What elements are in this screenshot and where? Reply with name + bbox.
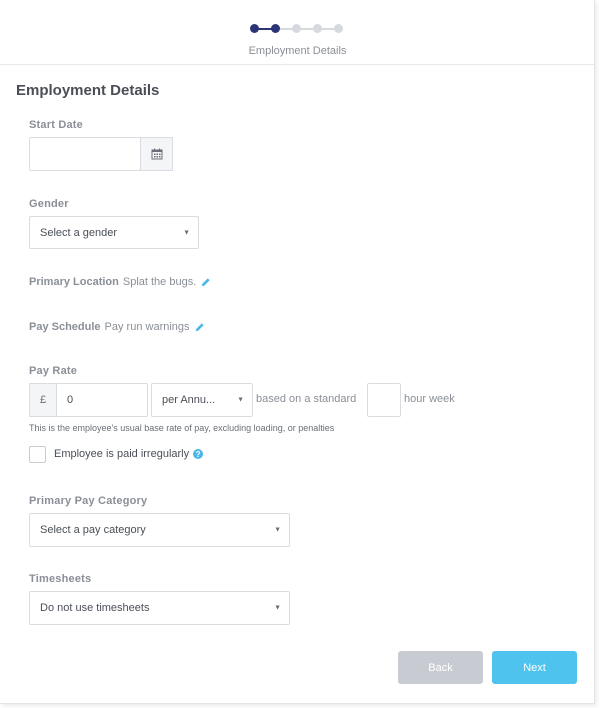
pay-schedule-label: Pay Schedule [29, 321, 101, 333]
currency-addon: £ [29, 383, 57, 417]
step-dot-2 [271, 24, 280, 33]
step-dot-1 [250, 24, 259, 33]
step-dot-4 [313, 24, 322, 33]
timesheets-select[interactable]: Do not use timesheets ▼ [29, 591, 290, 625]
primary-location-row: Primary Location Splat the bugs. [29, 276, 211, 288]
pay-rate-value: 0 [67, 394, 74, 406]
currency-symbol: £ [39, 394, 47, 406]
primary-location-value: Splat the bugs. [122, 276, 197, 288]
primary-pay-category-selected: Select a pay category [40, 524, 146, 536]
hour-week-text: hour week [404, 393, 455, 405]
paid-irregularly-label: Employee is paid irregularly [54, 448, 190, 460]
help-icon[interactable]: ? [193, 449, 204, 459]
gender-label: Gender [29, 198, 69, 210]
chevron-down-icon: ▼ [237, 396, 244, 404]
pay-schedule-value: Pay run warnings [104, 321, 190, 333]
page-title: Employment Details [16, 82, 160, 99]
chevron-down-icon: ▼ [183, 229, 190, 236]
pay-rate-helper: This is the employee's usual base rate o… [29, 423, 335, 433]
step-indicator [250, 24, 346, 34]
based-on-text: based on a standard [256, 393, 357, 405]
paid-irregularly-row: Employee is paid irregularly ? [54, 448, 204, 460]
timesheets-selected: Do not use timesheets [40, 602, 150, 614]
step-dot-3 [292, 24, 301, 33]
primary-pay-category-label: Primary Pay Category [29, 495, 148, 507]
chevron-down-icon: ▼ [274, 604, 281, 612]
next-button[interactable]: Next [492, 651, 577, 684]
pay-schedule-row: Pay Schedule Pay run warnings [29, 321, 205, 333]
paid-irregularly-checkbox[interactable] [29, 446, 46, 463]
step-connector [276, 28, 340, 30]
calendar-icon [151, 148, 162, 160]
chevron-down-icon: ▼ [274, 526, 281, 534]
back-button[interactable]: Back [398, 651, 483, 684]
calendar-button[interactable] [140, 137, 173, 171]
pay-period-selected: per Annu... [162, 394, 216, 406]
pay-period-select[interactable]: per Annu... ▼ [151, 383, 253, 417]
timesheets-label: Timesheets [29, 573, 92, 585]
start-date-input[interactable] [29, 137, 141, 171]
pay-rate-label: Pay Rate [29, 365, 78, 377]
pay-rate-input[interactable]: 0 [56, 383, 148, 417]
step-label: Employment Details [248, 45, 347, 57]
hours-per-week-input[interactable] [367, 383, 401, 417]
gender-select[interactable]: Select a gender ▼ [29, 216, 199, 249]
step-dot-5 [334, 24, 343, 33]
primary-location-label: Primary Location [29, 276, 119, 288]
edit-pencil-icon[interactable] [200, 277, 211, 288]
start-date-label: Start Date [29, 119, 83, 131]
edit-pencil-icon[interactable] [194, 322, 205, 333]
gender-selected: Select a gender [40, 226, 118, 239]
wizard-stepper: Employment Details [0, 0, 595, 65]
wizard-panel: Employment Details Employment Details St… [0, 0, 595, 704]
primary-pay-category-select[interactable]: Select a pay category ▼ [29, 513, 290, 547]
